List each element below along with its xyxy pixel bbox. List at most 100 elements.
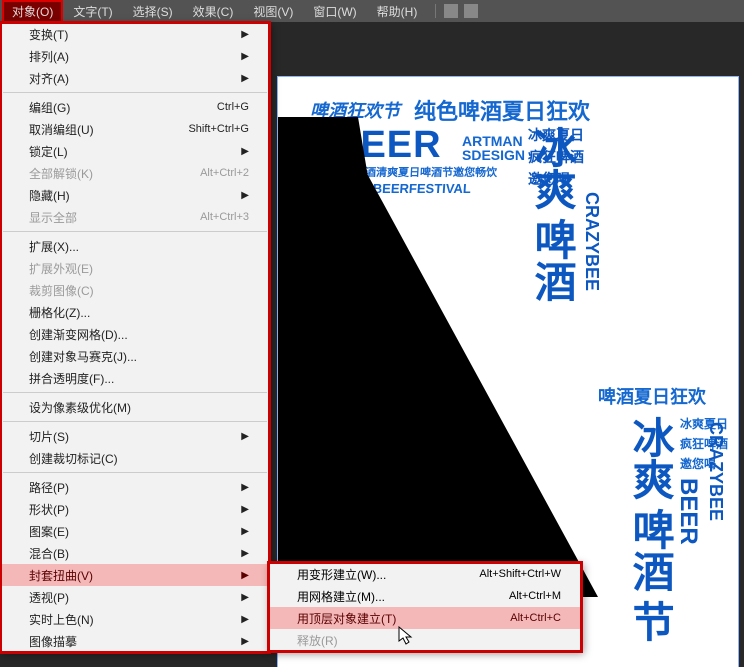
menu-shortcut: Ctrl+G <box>217 101 249 113</box>
menu-item[interactable]: 锁定(L)▶ <box>1 140 269 162</box>
menu-item[interactable]: 用网格建立(M)...Alt+Ctrl+M <box>269 585 581 607</box>
art-text: 啤酒 <box>628 508 672 592</box>
menu-item-label: 隐藏(H) <box>29 187 233 204</box>
menu-item[interactable]: 栅格化(Z)... <box>1 301 269 323</box>
menu-item: 扩展外观(E) <box>1 257 269 279</box>
menu-item-label: 用顶层对象建立(T) <box>297 610 510 627</box>
chevron-right-icon: ▶ <box>241 614 249 625</box>
menu-shortcut: Alt+Ctrl+M <box>509 590 561 602</box>
menu-item-label: 锁定(L) <box>29 143 233 160</box>
menu-object[interactable]: 对象(O) <box>2 0 63 23</box>
art-text: BEER <box>676 478 701 545</box>
menu-item-label: 封套扭曲(V) <box>29 567 233 584</box>
menu-item-label: 混合(B) <box>29 545 233 562</box>
menu-shortcut: Alt+Ctrl+3 <box>200 211 249 223</box>
menu-item[interactable]: 封套扭曲(V) ▶ <box>1 564 269 586</box>
menu-item[interactable]: 切片(S)▶ <box>1 425 269 447</box>
menu-item-label: 全部解锁(K) <box>29 165 200 182</box>
menu-item[interactable]: 创建渐变网格(D)... <box>1 323 269 345</box>
menu-item: 释放(R) <box>269 629 581 651</box>
menu-item[interactable]: 设为像素级优化(M) <box>1 396 269 418</box>
menu-shortcut: Alt+Ctrl+C <box>510 612 561 624</box>
menu-item[interactable]: 变换(T) ▶ <box>1 23 269 45</box>
menu-item-label: 切片(S) <box>29 428 233 445</box>
object-dropdown: 变换(T)▶排列(A)▶对齐(A)▶编组(G)Ctrl+G取消编组(U)Shif… <box>0 22 270 653</box>
chevron-right-icon: ▶ <box>241 548 249 559</box>
menu-item-label: 释放(R) <box>297 632 561 649</box>
arrange-icon[interactable] <box>444 4 458 18</box>
menu-item-label: 扩展外观(E) <box>29 260 249 277</box>
art-text: CRAZYBEE <box>706 422 725 521</box>
menu-item[interactable]: 创建对象马赛克(J)... <box>1 345 269 367</box>
menu-item-label: 取消编组(U) <box>29 121 188 138</box>
menu-item: 裁剪图像(C) <box>1 279 269 301</box>
menu-item[interactable]: 用顶层对象建立(T)Alt+Ctrl+C <box>269 607 581 629</box>
menu-item[interactable]: 编组(G)Ctrl+G <box>1 96 269 118</box>
art-text: 纯色啤酒夏日狂欢 <box>414 100 590 123</box>
menu-effect[interactable]: 效果(C) <box>183 0 244 23</box>
menu-shortcut: Shift+Ctrl+G <box>188 123 249 135</box>
menu-view[interactable]: 视图(V) <box>243 0 303 23</box>
menu-item-label: 透视(P) <box>29 589 233 606</box>
arrange-icon[interactable] <box>464 4 478 18</box>
menu-shortcut: Alt+Shift+Ctrl+W <box>479 568 561 580</box>
menu-separator <box>3 472 267 473</box>
menu-item-label: 图案(E) <box>29 523 233 540</box>
menu-select[interactable]: 选择(S) <box>123 0 183 23</box>
menu-item-label: 设为像素级优化(M) <box>29 399 249 416</box>
menu-item-label: 图像描摹 <box>29 633 233 650</box>
chevron-right-icon: ▶ <box>241 636 249 647</box>
menu-item[interactable]: 拼合透明度(F)... <box>1 367 269 389</box>
chevron-right-icon: ▶ <box>241 504 249 515</box>
art-text: 啤酒夏日狂欢 <box>598 388 706 407</box>
chevron-right-icon: ▶ <box>241 190 249 201</box>
menu-help[interactable]: 帮助(H) <box>367 0 428 23</box>
menu-item-label: 编组(G) <box>29 99 217 116</box>
menu-item[interactable]: 透视(P) ▶ <box>1 586 269 608</box>
menu-item-label: 对齐(A) <box>29 70 233 87</box>
menu-item[interactable]: 取消编组(U)Shift+Ctrl+G <box>1 118 269 140</box>
menu-item[interactable]: 创建裁切标记(C) <box>1 447 269 469</box>
menu-item-label: 实时上色(N) <box>29 611 233 628</box>
menu-item: 全部解锁(K)Alt+Ctrl+2 <box>1 162 269 184</box>
menu-item[interactable]: 隐藏(H) ▶ <box>1 184 269 206</box>
chevron-right-icon: ▶ <box>241 29 249 40</box>
menu-item-label: 拼合透明度(F)... <box>29 370 249 387</box>
menu-item[interactable]: 混合(B) ▶ <box>1 542 269 564</box>
menu-item-label: 路径(P) <box>29 479 233 496</box>
chevron-right-icon: ▶ <box>241 592 249 603</box>
menu-item-label: 创建渐变网格(D)... <box>29 326 249 343</box>
art-text: 啤酒 <box>530 218 574 302</box>
menu-item-label: 创建对象马赛克(J)... <box>29 348 249 365</box>
menu-item[interactable]: 排列(A)▶ <box>1 45 269 67</box>
menu-item[interactable]: 图案(E)▶ <box>1 520 269 542</box>
chevron-right-icon: ▶ <box>241 482 249 493</box>
menu-item[interactable]: 用变形建立(W)...Alt+Shift+Ctrl+W <box>269 563 581 585</box>
menu-text[interactable]: 文字(T) <box>63 0 122 23</box>
menu-item-label: 形状(P) <box>29 501 233 518</box>
menu-item-label: 用变形建立(W)... <box>297 566 479 583</box>
art-text: 冰爽 <box>628 416 672 500</box>
art-text: 冰爽 <box>530 126 574 210</box>
menu-separator <box>3 421 267 422</box>
art-text: 节 <box>628 600 672 642</box>
envelope-submenu: 用变形建立(W)...Alt+Shift+Ctrl+W用网格建立(M)...Al… <box>268 562 582 652</box>
menu-item[interactable]: 图像描摹 ▶ <box>1 630 269 652</box>
menu-item-label: 裁剪图像(C) <box>29 282 249 299</box>
menu-item-label: 变换(T) <box>29 26 233 43</box>
menu-item[interactable]: 路径(P) ▶ <box>1 476 269 498</box>
chevron-right-icon: ▶ <box>241 73 249 84</box>
chevron-right-icon: ▶ <box>241 51 249 62</box>
menu-item-label: 创建裁切标记(C) <box>29 450 249 467</box>
menu-separator <box>3 231 267 232</box>
menu-item[interactable]: 扩展(X)... <box>1 235 269 257</box>
menu-item[interactable]: 对齐(A) ▶ <box>1 67 269 89</box>
menu-window[interactable]: 窗口(W) <box>303 0 366 23</box>
art-text: CRAZYBEE <box>582 192 601 291</box>
menu-item[interactable]: 实时上色(N) ▶ <box>1 608 269 630</box>
chevron-right-icon: ▶ <box>241 570 249 581</box>
menu-separator <box>3 92 267 93</box>
menu-item[interactable]: 形状(P) ▶ <box>1 498 269 520</box>
menu-item-label: 扩展(X)... <box>29 238 249 255</box>
menu-separator <box>3 392 267 393</box>
